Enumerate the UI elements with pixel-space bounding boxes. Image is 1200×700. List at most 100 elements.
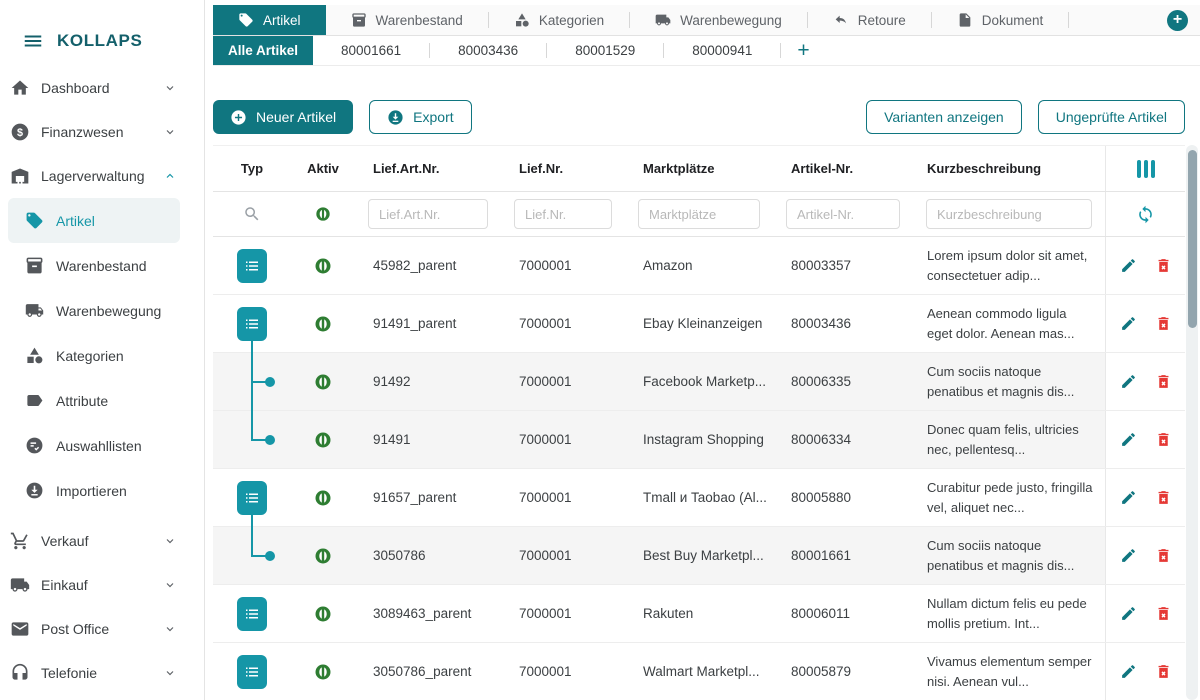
add-subtab-button[interactable]: + — [781, 36, 825, 65]
column-header-lief-art-nr: Lief.Art.Nr. — [355, 161, 501, 176]
aktiv-cell — [291, 237, 355, 294]
active-status-icon[interactable] — [314, 315, 332, 333]
delete-trash-icon[interactable] — [1155, 431, 1172, 448]
subtab-article[interactable]: 80001661 — [313, 36, 429, 65]
sidebar-item-label: Verkauf — [41, 533, 88, 549]
edit-pencil-icon[interactable] — [1120, 605, 1137, 622]
edit-pencil-icon[interactable] — [1120, 315, 1137, 332]
table-row[interactable]: 91491 7000001 Instagram Shopping 8000633… — [213, 411, 1185, 469]
table-row[interactable]: 3050786 7000001 Best Buy Marketpl... 800… — [213, 527, 1185, 585]
edit-pencil-icon[interactable] — [1120, 547, 1137, 564]
add-circle-icon — [230, 109, 247, 126]
filter-aktiv[interactable] — [291, 206, 355, 222]
subtab-article[interactable]: 80001529 — [547, 36, 663, 65]
sidebar-item-telefonie[interactable]: Telefonie — [0, 651, 204, 695]
sidebar-item-auswahllisten[interactable]: Auswahllisten — [0, 423, 204, 468]
kurzbeschreibung-cell: Cum sociis natoque penatibus et magnis d… — [913, 527, 1105, 584]
delete-trash-icon[interactable] — [1155, 663, 1172, 680]
filter-input-kurzbeschreibung[interactable] — [926, 199, 1092, 229]
parent-list-icon[interactable] — [237, 481, 267, 515]
filter-input-marktplaetze[interactable] — [638, 199, 760, 229]
sidebar-item-attribute[interactable]: Attribute — [0, 378, 204, 423]
artikel-nr-cell: 80005879 — [773, 643, 913, 700]
tab-dokument[interactable]: Dokument — [932, 5, 1069, 35]
delete-trash-icon[interactable] — [1155, 373, 1172, 390]
export-button[interactable]: Export — [369, 100, 471, 134]
hamburger-menu-icon[interactable] — [22, 30, 44, 52]
column-settings-cell — [1105, 146, 1185, 191]
parent-list-icon[interactable] — [237, 597, 267, 631]
edit-pencil-icon[interactable] — [1120, 373, 1137, 390]
active-status-icon[interactable] — [314, 663, 332, 681]
active-status-icon[interactable] — [314, 257, 332, 275]
table-scrollbar-track[interactable] — [1186, 145, 1198, 700]
parent-list-icon[interactable] — [237, 307, 267, 341]
edit-pencil-icon[interactable] — [1120, 257, 1137, 274]
columns-settings-icon[interactable] — [1135, 160, 1156, 178]
tab-retoure[interactable]: Retoure — [808, 5, 931, 35]
lief-nr-cell: 7000001 — [501, 585, 625, 642]
active-toggle-icon — [315, 206, 331, 222]
table-row[interactable]: 91657_parent 7000001 Tmall и Taobao (Al.… — [213, 469, 1185, 527]
active-status-icon[interactable] — [314, 373, 332, 391]
dollar-circle-icon: $ — [10, 122, 30, 142]
tab-warenbewegung[interactable]: Warenbewegung — [630, 5, 807, 35]
sidebar-item-warenbestand[interactable]: Warenbestand — [0, 243, 204, 288]
filter-refresh-cell — [1105, 192, 1185, 236]
table-row[interactable]: 3089463_parent 7000001 Rakuten 80006011 … — [213, 585, 1185, 643]
tab-kategorien[interactable]: Kategorien — [489, 5, 629, 35]
table-row[interactable]: 91492 7000001 Facebook Marketp... 800063… — [213, 353, 1185, 411]
sidebar-item-lagerverwaltung[interactable]: Lagerverwaltung — [0, 154, 204, 198]
tree-connector — [251, 410, 253, 440]
active-status-icon[interactable] — [314, 489, 332, 507]
delete-trash-icon[interactable] — [1155, 547, 1172, 564]
lief-nr-cell: 7000001 — [501, 527, 625, 584]
sidebar-item-einkauf[interactable]: Einkauf — [0, 563, 204, 607]
filter-input-artikel-nr[interactable] — [786, 199, 900, 229]
lief-art-nr-cell: 91491_parent — [355, 295, 501, 352]
parent-list-icon[interactable] — [237, 249, 267, 283]
table-row[interactable]: 45982_parent 7000001 Amazon 80003357 Lor… — [213, 237, 1185, 295]
edit-pencil-icon[interactable] — [1120, 489, 1137, 506]
table-row[interactable]: 3050786_parent 7000001 Walmart Marketpl.… — [213, 643, 1185, 700]
sidebar-item-verkauf[interactable]: Verkauf — [0, 519, 204, 563]
sidebar-item-artikel[interactable]: Artikel — [8, 198, 180, 243]
tab-warenbestand[interactable]: Warenbestand — [326, 5, 488, 35]
tab-artikel[interactable]: Artikel — [213, 5, 326, 35]
delete-trash-icon[interactable] — [1155, 489, 1172, 506]
edit-pencil-icon[interactable] — [1120, 663, 1137, 680]
unchecked-articles-button[interactable]: Ungeprüfte Artikel — [1038, 100, 1185, 134]
subtab-article[interactable]: 80000941 — [664, 36, 780, 65]
aktiv-cell — [291, 585, 355, 642]
delete-trash-icon[interactable] — [1155, 315, 1172, 332]
articles-table: Typ Aktiv Lief.Art.Nr. Lief.Nr. Marktplä… — [213, 145, 1185, 700]
sidebar-item-warenbewegung[interactable]: Warenbewegung — [0, 288, 204, 333]
table-scrollbar-thumb[interactable] — [1188, 150, 1197, 328]
filter-input-lief-art-nr[interactable] — [368, 199, 488, 229]
tag-icon — [25, 211, 44, 230]
sidebar-item-kategorien[interactable]: Kategorien — [0, 333, 204, 378]
sidebar-item-dashboard[interactable]: Dashboard — [0, 66, 204, 110]
sidebar-item-post-office[interactable]: Post Office — [0, 607, 204, 651]
delete-trash-icon[interactable] — [1155, 257, 1172, 274]
delete-trash-icon[interactable] — [1155, 605, 1172, 622]
subtab-article[interactable]: 80003436 — [430, 36, 546, 65]
filter-input-lief-nr[interactable] — [514, 199, 612, 229]
new-article-button[interactable]: Neuer Artikel — [213, 100, 353, 134]
edit-pencil-icon[interactable] — [1120, 431, 1137, 448]
sidebar-item-importieren[interactable]: Importieren — [0, 468, 204, 513]
show-variants-button[interactable]: Varianten anzeigen — [866, 100, 1022, 134]
active-status-icon[interactable] — [314, 431, 332, 449]
add-tab-button[interactable]: + — [1167, 10, 1188, 31]
sidebar-item-label: Finanzwesen — [41, 124, 124, 140]
refresh-icon[interactable] — [1136, 205, 1155, 224]
app-window: KOLLAPS Dashboard $ Finanzwesen Lag — [0, 0, 1200, 700]
artikel-nr-cell: 80006011 — [773, 585, 913, 642]
parent-list-icon[interactable] — [237, 655, 267, 689]
subtab-alle-artikel[interactable]: Alle Artikel — [213, 36, 313, 65]
active-status-icon[interactable] — [314, 547, 332, 565]
sidebar-item-finanzwesen[interactable]: $ Finanzwesen — [0, 110, 204, 154]
active-status-icon[interactable] — [314, 605, 332, 623]
aktiv-cell — [291, 295, 355, 352]
table-row[interactable]: 91491_parent 7000001 Ebay Kleinanzeigen … — [213, 295, 1185, 353]
